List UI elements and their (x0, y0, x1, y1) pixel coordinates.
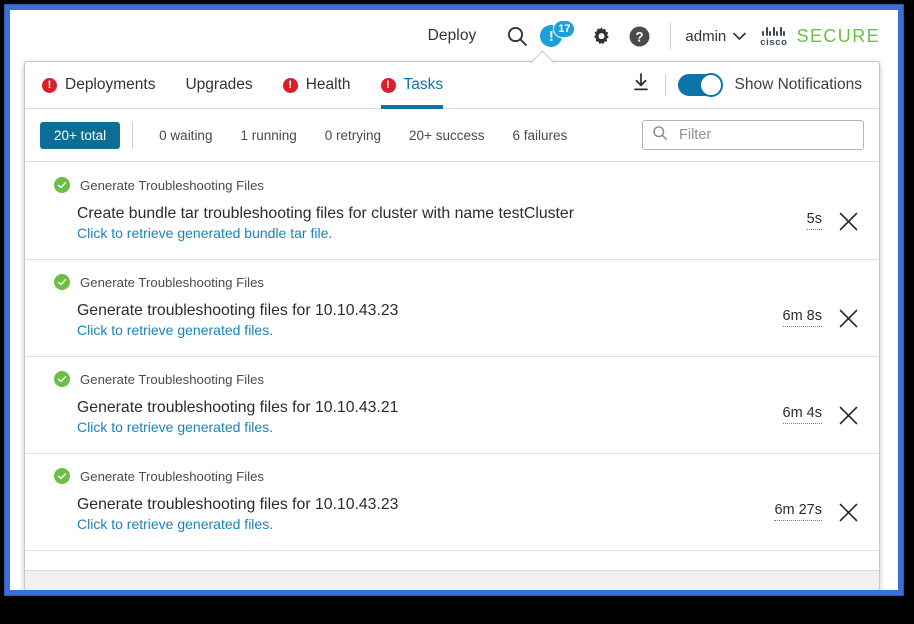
task-meta: 6m 27s (774, 468, 879, 532)
task-header: Generate Troubleshooting Files (54, 274, 783, 290)
deploy-button[interactable]: Deploy (428, 27, 477, 45)
notifications-button[interactable]: ! 17 (540, 20, 578, 52)
task-retrieve-link[interactable]: Click to retrieve generated files. (54, 516, 774, 532)
help-circle-icon[interactable]: ? (624, 21, 654, 51)
task-type-label: Generate Troubleshooting Files (80, 371, 264, 387)
chip-success[interactable]: 20+ success (395, 122, 498, 149)
notification-count-badge: 17 (553, 20, 576, 38)
alert-icon: ! (42, 77, 57, 93)
task-meta: 6m 8s (782, 274, 880, 338)
task-row: Generate Troubleshooting Files Generate … (25, 454, 879, 551)
chip-waiting[interactable]: 0 waiting (145, 122, 226, 149)
tab-deployments-label: Deployments (65, 76, 156, 93)
task-retrieve-link[interactable]: Click to retrieve generated files. (54, 322, 783, 338)
header-divider (670, 23, 672, 49)
search-icon (652, 125, 668, 146)
task-type-label: Generate Troubleshooting Files (80, 468, 264, 484)
actions-divider (665, 74, 667, 96)
toggle-knob (699, 73, 724, 97)
chevron-down-icon (733, 28, 747, 45)
task-type-label: Generate Troubleshooting Files (80, 274, 264, 290)
close-icon[interactable] (838, 405, 859, 426)
task-duration: 6m 8s (782, 308, 822, 327)
show-notifications-label: Show Notifications (734, 76, 862, 93)
panel-tab-bar: ! Deployments Upgrades ! Health ! Tasks (25, 62, 879, 109)
cisco-bridge-icon (762, 25, 786, 36)
task-description: Generate troubleshooting files for 10.10… (77, 496, 399, 513)
cisco-secure-logo: cisco SECURE (760, 25, 880, 48)
task-content: Generate Troubleshooting Files Create bu… (25, 177, 807, 241)
user-menu-label: admin (685, 27, 727, 45)
chip-failures[interactable]: 6 failures (498, 122, 581, 149)
task-filter-bar: 20+ total 0 waiting 1 running 0 retrying… (25, 109, 879, 162)
task-description: Create bundle tar troubleshooting files … (77, 205, 574, 222)
tab-health-label: Health (305, 76, 351, 93)
success-check-icon (54, 177, 70, 193)
task-list[interactable]: Generate Troubleshooting Files Create bu… (25, 163, 879, 571)
browser-window-frame: Deploy ! 17 ? admin cisco SECURE ! Deplo… (4, 4, 904, 596)
tab-tasks[interactable]: ! Tasks (380, 62, 444, 109)
secure-text: SECURE (796, 25, 880, 46)
task-duration: 6m 27s (774, 502, 822, 521)
task-row: Generate Troubleshooting Files Create bu… (25, 163, 879, 260)
success-check-icon (54, 371, 70, 387)
task-header: Generate Troubleshooting Files (54, 468, 774, 484)
panel-footer (25, 570, 879, 590)
svg-text:?: ? (635, 29, 643, 44)
task-meta: 5s (806, 177, 879, 241)
task-meta: 6m 4s (782, 371, 880, 435)
tab-health[interactable]: ! Health (282, 62, 351, 108)
app-header-bar: Deploy ! 17 ? admin cisco SECURE (10, 10, 898, 62)
task-content: Generate Troubleshooting Files Generate … (25, 274, 783, 338)
close-icon[interactable] (838, 502, 859, 523)
gear-icon[interactable] (586, 21, 616, 51)
success-check-icon (54, 274, 70, 290)
task-row: Generate Troubleshooting Files Generate … (25, 260, 879, 357)
download-icon[interactable] (631, 72, 651, 98)
cisco-wordmark: cisco (760, 25, 787, 48)
filter-search-box[interactable] (642, 120, 864, 150)
task-content: Generate Troubleshooting Files Generate … (25, 371, 783, 435)
task-content: Generate Troubleshooting Files Generate … (25, 468, 774, 532)
task-header: Generate Troubleshooting Files (54, 177, 807, 193)
chip-retrying[interactable]: 0 retrying (311, 122, 395, 149)
notifications-panel: ! Deployments Upgrades ! Health ! Tasks (24, 61, 880, 590)
task-description: Generate troubleshooting files for 10.10… (77, 302, 399, 319)
chip-divider (132, 122, 134, 148)
task-retrieve-link[interactable]: Click to retrieve generated files. (54, 419, 783, 435)
tab-tasks-label: Tasks (403, 76, 444, 93)
task-retrieve-link[interactable]: Click to retrieve generated bundle tar f… (54, 225, 807, 241)
task-description: Generate troubleshooting files for 10.10… (77, 399, 399, 416)
filter-input[interactable] (677, 126, 854, 144)
user-menu[interactable]: admin (685, 27, 747, 45)
success-check-icon (54, 468, 70, 484)
tab-deployments[interactable]: ! Deployments (42, 62, 155, 108)
alert-icon: ! (380, 77, 396, 93)
alert-icon: ! (282, 77, 298, 93)
search-icon[interactable] (502, 21, 532, 51)
task-row: Generate Troubleshooting Files Generate … (25, 357, 879, 454)
tab-upgrades[interactable]: Upgrades (185, 62, 252, 108)
chip-running[interactable]: 1 running (226, 122, 310, 149)
task-duration: 5s (806, 211, 822, 230)
panel-tab-actions: Show Notifications (631, 72, 879, 98)
close-icon[interactable] (838, 211, 859, 232)
chip-total[interactable]: 20+ total (40, 121, 121, 149)
tab-upgrades-label: Upgrades (185, 76, 253, 93)
screenshot-root: Deploy ! 17 ? admin cisco SECURE ! Deplo… (0, 0, 914, 624)
browser-viewport: Deploy ! 17 ? admin cisco SECURE ! Deplo… (10, 10, 898, 590)
task-header: Generate Troubleshooting Files (54, 371, 783, 387)
cisco-text: cisco (760, 36, 788, 48)
task-type-label: Generate Troubleshooting Files (80, 177, 264, 193)
close-icon[interactable] (838, 308, 859, 329)
task-duration: 6m 4s (782, 405, 822, 424)
show-notifications-toggle[interactable] (678, 73, 724, 97)
